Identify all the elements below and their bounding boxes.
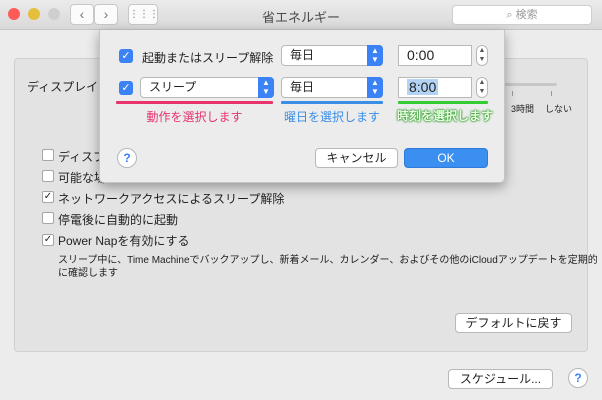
- ok-button[interactable]: OK: [404, 148, 488, 168]
- restart-after-power-failure-checkbox[interactable]: [42, 212, 54, 224]
- checkmark-icon: ✓: [121, 82, 131, 94]
- select-arrows-icon: ▲ ▼: [258, 77, 274, 98]
- help-icon: ?: [123, 151, 131, 165]
- power-nap-description: に確認します: [58, 268, 118, 279]
- startup-time-stepper[interactable]: ▲ ▼: [476, 45, 488, 66]
- slider-tick-label: しない: [545, 104, 573, 114]
- option-label: 停電後に自動的に起動: [58, 213, 179, 227]
- stepper-arrows-icon: ▲ ▼: [478, 47, 486, 63]
- restore-defaults-button[interactable]: デフォルトに戻す: [455, 313, 572, 333]
- startup-wake-label: 起動またはスリープ解除: [142, 51, 274, 65]
- schedule-sheet: ✓ 起動またはスリープ解除 毎日 ▲ ▼ 0:00 ▲ ▼ ✓ スリープ ▲ ▼ 毎日…: [99, 30, 505, 183]
- slider-tick: [551, 91, 552, 96]
- action-annotation: 動作を選択します: [146, 110, 243, 124]
- select-arrows-icon: ▲ ▼: [367, 77, 383, 98]
- power-nap-checkbox[interactable]: ✓: [42, 234, 54, 246]
- checkmark-icon: ✓: [43, 191, 53, 202]
- display-sleep-label: ディスプレイを: [27, 80, 111, 94]
- action-highlight-bar: [116, 101, 273, 104]
- help-button[interactable]: ?: [568, 368, 588, 388]
- startup-day-select[interactable]: 毎日 ▲ ▼: [281, 45, 383, 66]
- search-placeholder: 検索: [515, 9, 538, 21]
- stepper-arrows-icon: ▲ ▼: [478, 79, 486, 95]
- day-annotation: 曜日を選択します: [283, 110, 380, 124]
- sleep-day-select[interactable]: 毎日 ▲ ▼: [281, 77, 383, 98]
- time-annotation: 時刻を選択します: [396, 109, 493, 123]
- day-highlight-bar: [281, 101, 383, 104]
- time-highlight-bar: [398, 101, 488, 104]
- slider-tick-label: 3時間: [511, 104, 535, 114]
- cancel-button[interactable]: キャンセル: [315, 148, 398, 168]
- startup-wake-checkbox[interactable]: ✓: [119, 49, 133, 63]
- search-input[interactable]: ⌕ 検索: [452, 5, 592, 25]
- option-label: Power Napを有効にする: [58, 234, 190, 248]
- sleep-action-select[interactable]: スリープ ▲ ▼: [140, 77, 274, 98]
- display-sleep-slider[interactable]: [505, 83, 557, 86]
- power-nap-description: スリープ中に、Time Machineでバックアップし、新着メール、カレンダー、…: [58, 255, 598, 266]
- sleep-time-field[interactable]: 8:00: [398, 77, 472, 98]
- slider-tick: [512, 91, 513, 96]
- select-arrows-icon: ▲ ▼: [367, 45, 383, 66]
- schedule-button[interactable]: スケジュール...: [448, 369, 553, 389]
- sheet-help-button[interactable]: ?: [117, 148, 137, 168]
- sleep-time-stepper[interactable]: ▲ ▼: [476, 77, 488, 98]
- search-icon: ⌕: [506, 9, 513, 21]
- checkmark-icon: ✓: [121, 50, 131, 62]
- sleep-checkbox[interactable]: ✓: [119, 81, 133, 95]
- option-checkbox[interactable]: [42, 170, 54, 182]
- checkmark-icon: ✓: [43, 234, 53, 245]
- startup-time-field[interactable]: 0:00: [398, 45, 472, 66]
- help-icon: ?: [574, 371, 582, 385]
- option-checkbox[interactable]: [42, 149, 54, 161]
- option-label: ネットワークアクセスによるスリープ解除: [58, 192, 285, 206]
- wake-network-checkbox[interactable]: ✓: [42, 191, 54, 203]
- title-bar: ‹ › ⋮⋮⋮ 省エネルギー ⌕ 検索: [0, 0, 602, 30]
